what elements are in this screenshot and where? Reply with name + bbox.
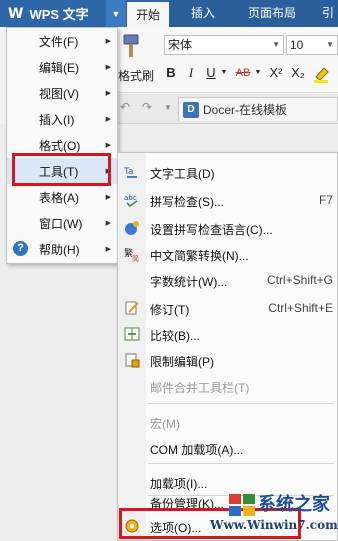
app-name: WPS 文字 bbox=[29, 7, 89, 22]
menu-item-view[interactable]: 视图(V) ▶ bbox=[7, 80, 117, 106]
menu-item-restrict-edit[interactable]: 限制编辑(P) bbox=[118, 347, 337, 373]
svg-text:Ta: Ta bbox=[124, 167, 134, 177]
text-tool-icon: Ta bbox=[124, 167, 137, 178]
wps-logo-icon: W bbox=[8, 5, 24, 22]
highlight-pen-icon[interactable] bbox=[312, 65, 332, 83]
menu-item-mail-merge-toolbar: 邮件合并工具栏(T) bbox=[150, 381, 250, 395]
watermark-site-name: 系统之家 bbox=[258, 494, 330, 515]
spell-check-icon: abc bbox=[124, 194, 138, 208]
revision-icon bbox=[125, 301, 139, 315]
restrict-edit-icon bbox=[125, 353, 140, 368]
menu-item-macro: 宏(M) bbox=[150, 417, 180, 431]
redo-icon[interactable]: ↷ bbox=[142, 100, 152, 114]
tab-page-layout[interactable]: 页面布局 bbox=[240, 0, 304, 27]
menu-item-com-addins[interactable]: COM 加载项(A)... bbox=[118, 435, 337, 461]
chevron-right-icon: ▶ bbox=[105, 38, 111, 45]
superscript-button[interactable]: X² bbox=[266, 63, 286, 83]
menu-item-table[interactable]: 表格(A) ▶ bbox=[7, 184, 117, 210]
chevron-down-icon[interactable]: ▼ bbox=[326, 36, 334, 54]
font-size-value: 10 bbox=[290, 38, 304, 52]
menu-item-spell-check[interactable]: abc 拼写检查(S)... F7 bbox=[118, 187, 337, 213]
tab-home[interactable]: 开始 bbox=[127, 0, 169, 27]
chinese-convert-icon: 繁简 bbox=[124, 247, 139, 262]
chevron-right-icon: ▶ bbox=[105, 246, 111, 253]
menu-item-chinese-convert[interactable]: 繁简 中文简繁转换(N)... bbox=[118, 241, 337, 267]
winwin7-logo-icon bbox=[229, 494, 255, 516]
svg-text:简: 简 bbox=[132, 254, 139, 262]
font-size-select[interactable]: 10 ▼ bbox=[286, 35, 338, 55]
italic-button[interactable]: I bbox=[184, 63, 198, 83]
menu-item-text-tool[interactable]: Ta 文字工具(D) bbox=[118, 159, 337, 185]
subscript-button[interactable]: X₂ bbox=[288, 63, 308, 83]
app-main-menu: 文件(F) ▶ 编辑(E) ▶ 视图(V) ▶ 插入(I) ▶ 格式(O) ▶ 工具(T)… bbox=[6, 27, 118, 264]
menu-item-insert[interactable]: 插入(I) ▶ bbox=[7, 106, 117, 132]
chevron-right-icon: ▶ bbox=[105, 220, 111, 227]
chevron-right-icon: ▶ bbox=[105, 116, 111, 123]
menu-item-edit[interactable]: 编辑(E) ▶ bbox=[7, 54, 117, 80]
chevron-right-icon: ▶ bbox=[105, 64, 111, 71]
strikethrough-button[interactable]: AB bbox=[232, 63, 254, 83]
format-painter-icon[interactable] bbox=[120, 33, 142, 61]
chevron-right-icon: ▶ bbox=[105, 194, 111, 201]
chevron-down-icon[interactable]: ▼ bbox=[272, 36, 280, 54]
document-tab-bar: ↶ ↷ ▼ D Docer-在线模板 bbox=[118, 94, 338, 124]
tools-submenu: Ta 文字工具(D) abc 拼写检查(S)... F7 设置拼写检查语言(C).… bbox=[117, 152, 338, 541]
chevron-down-icon[interactable]: ▼ bbox=[254, 63, 262, 83]
chevron-right-icon: ▶ bbox=[105, 90, 111, 97]
app-menu-button[interactable]: W WPS 文字 ▼ bbox=[0, 0, 126, 27]
chevron-down-icon[interactable]: ▼ bbox=[220, 63, 228, 83]
menu-item-revision[interactable]: 修订(T) Ctrl+Shift+E bbox=[118, 295, 337, 321]
menu-separator bbox=[148, 463, 334, 464]
bold-button[interactable]: B bbox=[164, 63, 178, 83]
menu-item-help[interactable]: ? 帮助(H) ▶ bbox=[7, 236, 117, 262]
compare-icon bbox=[124, 327, 140, 341]
tab-insert[interactable]: 插入 bbox=[182, 0, 224, 27]
docer-tab-title: Docer-在线模板 bbox=[203, 103, 288, 117]
chevron-right-icon: ▶ bbox=[105, 142, 111, 149]
docer-tab[interactable]: D Docer-在线模板 bbox=[178, 97, 338, 121]
watermark-url: Www.Winwin7.com bbox=[210, 518, 338, 532]
menu-item-spell-language[interactable]: 设置拼写检查语言(C)... bbox=[118, 215, 337, 241]
help-icon: ? bbox=[13, 241, 28, 256]
menu-separator bbox=[148, 403, 334, 404]
undo-icon[interactable]: ↶ bbox=[120, 100, 130, 114]
docer-logo-icon: D bbox=[183, 101, 199, 118]
menu-item-word-count[interactable]: 字数统计(W)... Ctrl+Shift+G bbox=[118, 267, 337, 293]
svg-text:abc: abc bbox=[124, 194, 137, 202]
app-menu-dropdown-icon[interactable]: ▼ bbox=[106, 0, 126, 27]
menu-item-compare[interactable]: 比较(B)... bbox=[118, 321, 337, 347]
spell-language-icon bbox=[125, 221, 139, 235]
font-name-select[interactable]: 宋体 ▼ bbox=[164, 35, 284, 55]
format-painter-label[interactable]: 格式刷 bbox=[118, 67, 154, 84]
menu-item-file[interactable]: 文件(F) ▶ bbox=[7, 28, 117, 54]
chevron-down-icon[interactable]: ▼ bbox=[164, 103, 172, 112]
ribbon-panel: 格式刷 宋体 ▼ 10 ▼ B I U ▼ AB ▼ X² X₂ bbox=[118, 27, 338, 93]
font-name-value: 宋体 bbox=[168, 38, 193, 52]
underline-button[interactable]: U bbox=[204, 63, 218, 83]
menu-item-window[interactable]: 窗口(W) ▶ bbox=[7, 210, 117, 236]
title-bar: W WPS 文字 ▼ 开始 插入 页面布局 引 bbox=[0, 0, 338, 27]
tab-reference[interactable]: 引 bbox=[318, 0, 338, 27]
tools-highlight-box bbox=[12, 153, 111, 186]
